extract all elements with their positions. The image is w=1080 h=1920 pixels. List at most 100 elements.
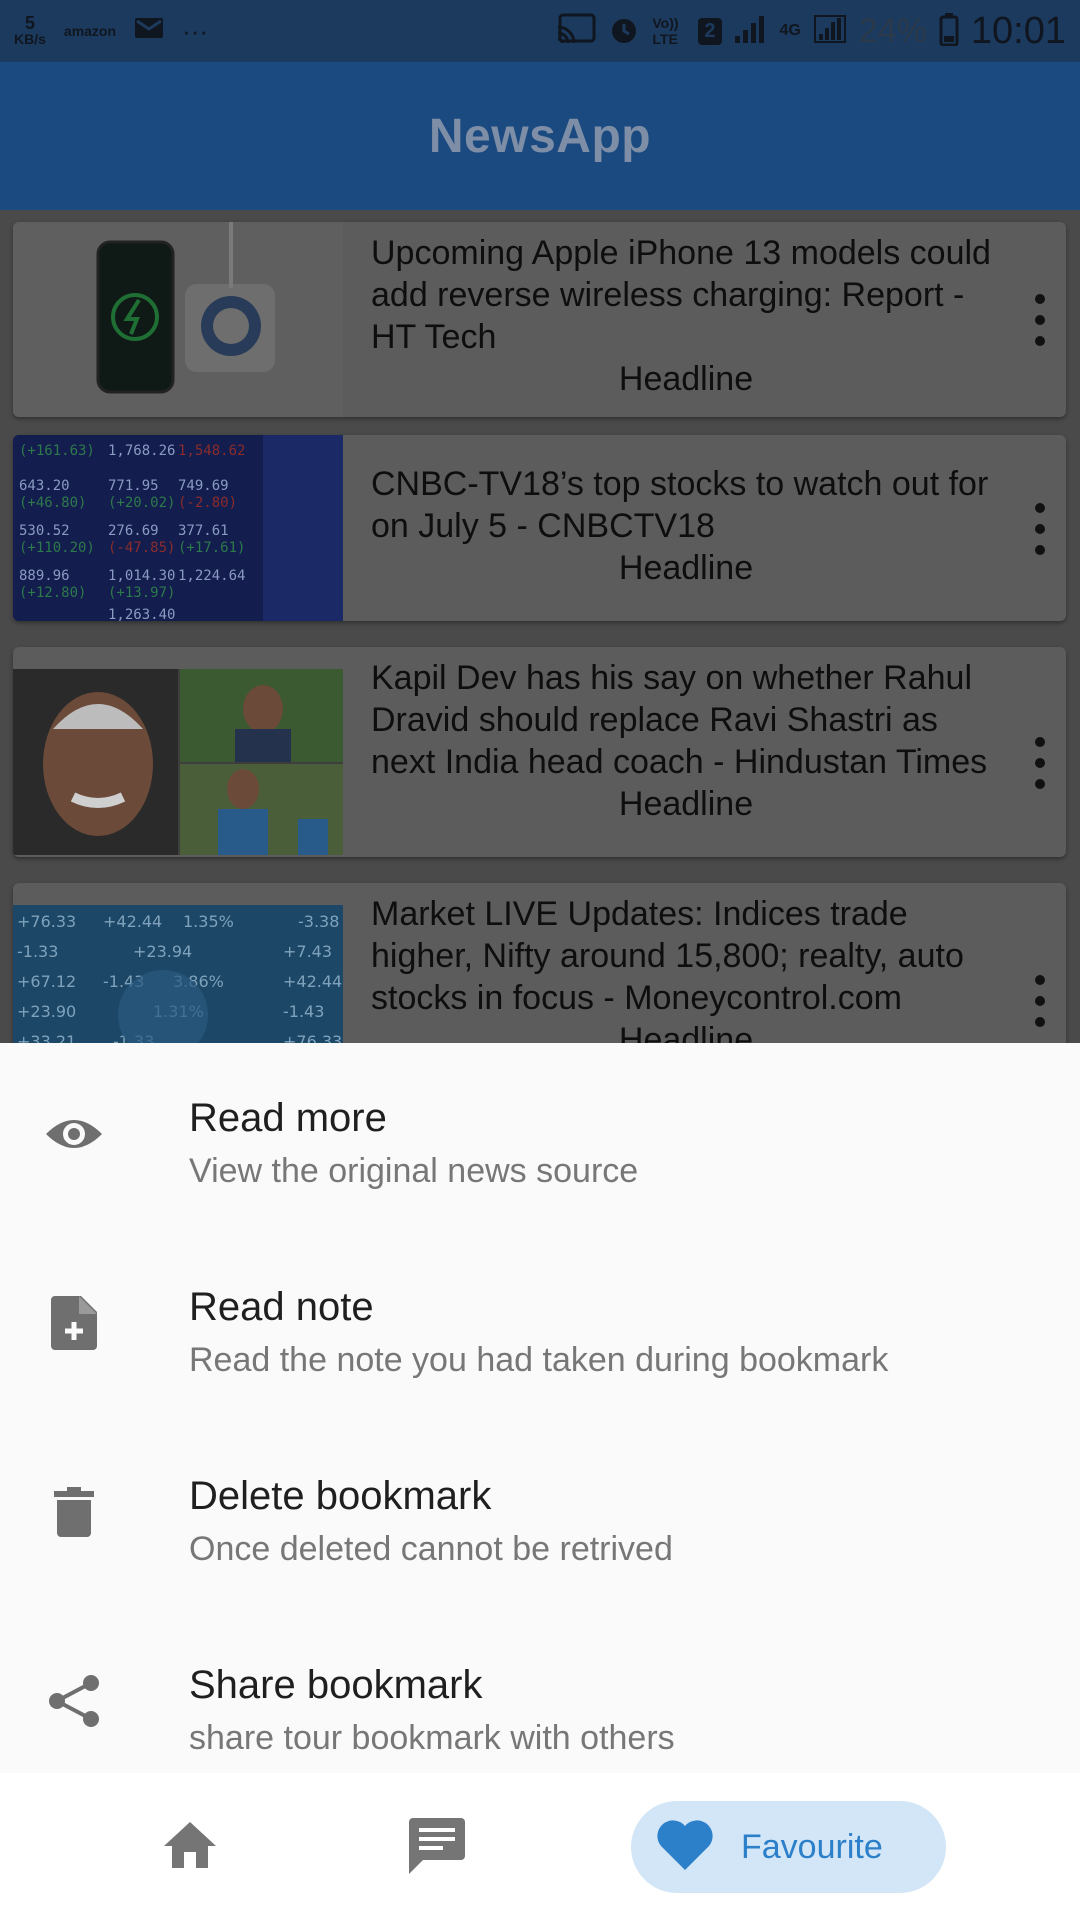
svg-text:771.95: 771.95 xyxy=(108,478,159,494)
note-add-icon xyxy=(42,1291,106,1355)
news-title-text: CNBC-TV18’s top stocks to watch out for … xyxy=(371,465,989,545)
more-vert-icon[interactable] xyxy=(1028,737,1052,789)
more-vert-icon[interactable] xyxy=(1028,975,1052,1027)
net-speed-unit: KB/s xyxy=(14,31,46,47)
app-bar: NewsApp xyxy=(0,62,1080,210)
battery-icon xyxy=(939,12,959,51)
svg-text:+76.33: +76.33 xyxy=(17,912,76,931)
svg-text:276.69: 276.69 xyxy=(108,523,159,539)
svg-text:749.69: 749.69 xyxy=(178,478,229,494)
svg-text:-1.33: -1.33 xyxy=(17,942,58,961)
svg-text:1,768.26: 1,768.26 xyxy=(108,443,175,459)
option-label: Read note xyxy=(189,1285,374,1329)
signal-2-icon xyxy=(813,14,847,49)
status-bar: 5 KB/s amazon ··· Vo)) LTE 2 4G 24% 10:0… xyxy=(0,0,1080,62)
svg-text:(+46.80): (+46.80) xyxy=(19,495,86,511)
network-type: 4G xyxy=(779,22,801,39)
news-title-text: Market LIVE Updates: Indices trade highe… xyxy=(371,895,964,1017)
svg-text:1,263.40: 1,263.40 xyxy=(108,607,175,621)
news-category: Headline xyxy=(618,549,754,587)
heart-icon xyxy=(655,1818,715,1877)
option-description: Read the note you had taken during bookm… xyxy=(189,1341,889,1379)
svg-text:(+12.80): (+12.80) xyxy=(19,585,86,601)
share-icon xyxy=(42,1669,106,1733)
svg-text:+76.33: +76.33 xyxy=(283,1032,342,1043)
news-category: Headline xyxy=(618,785,754,823)
news-card[interactable]: (+161.63) 1,768.26 1,548.62 643.20 771.95 74… xyxy=(13,435,1066,621)
svg-text:(-47.85): (-47.85) xyxy=(108,540,175,556)
news-category: Headline xyxy=(618,1021,754,1043)
option-label: Delete bookmark xyxy=(189,1474,492,1518)
app-title: NewsApp xyxy=(428,109,652,163)
svg-text:+42.44: +42.44 xyxy=(283,972,342,991)
svg-text:(+13.97): (+13.97) xyxy=(108,585,175,601)
svg-text:643.20: 643.20 xyxy=(19,478,70,494)
chat-icon xyxy=(407,1816,467,1879)
option-description: Once deleted cannot be retrived xyxy=(189,1530,673,1568)
news-title: Kapil Dev has his say on whether Rahul D… xyxy=(371,657,1001,825)
option-description: View the original news source xyxy=(189,1152,639,1190)
news-list: Upcoming Apple iPhone 13 models could ad… xyxy=(0,210,1080,1043)
stock-board-image: (+161.63) 1,768.26 1,548.62 643.20 771.95 74… xyxy=(13,435,343,621)
more-vert-icon[interactable] xyxy=(1028,503,1052,555)
news-title-text: Upcoming Apple iPhone 13 models could ad… xyxy=(371,234,991,356)
market-image: +76.33 +42.44 1.35% -3.38 -1.33 +23.94 +7.43 … xyxy=(13,905,343,1043)
read-more-option[interactable]: Read more View the original news source xyxy=(0,1086,1080,1236)
nav-home-button[interactable] xyxy=(145,1801,235,1893)
news-card[interactable]: Kapil Dev has his say on whether Rahul D… xyxy=(13,647,1066,857)
svg-text:377.61: 377.61 xyxy=(178,523,229,539)
svg-text:+23.94: +23.94 xyxy=(133,942,192,961)
news-card[interactable]: Upcoming Apple iPhone 13 models could ad… xyxy=(13,222,1066,417)
svg-text:(+161.63): (+161.63) xyxy=(19,443,95,459)
svg-text:+7.43: +7.43 xyxy=(283,942,332,961)
svg-text:+42.44: +42.44 xyxy=(103,912,162,931)
news-title: Market LIVE Updates: Indices trade highe… xyxy=(371,893,1001,1043)
net-speed-value: 5 xyxy=(24,13,35,33)
svg-text:1,224.64: 1,224.64 xyxy=(178,568,245,584)
news-category: Headline xyxy=(618,360,754,398)
clock-time: 10:01 xyxy=(970,9,1066,52)
volte-label: Vo)) LTE xyxy=(652,15,679,47)
home-icon xyxy=(162,1820,218,1875)
nav-favourite-label: Favourite xyxy=(741,1827,883,1866)
svg-text:889.96: 889.96 xyxy=(19,568,70,584)
trash-icon xyxy=(42,1480,106,1544)
svg-text:+33.21: +33.21 xyxy=(17,1032,76,1043)
status-right: Vo)) LTE 2 4G 24% 10:01 xyxy=(556,10,1066,53)
svg-text:+67.12: +67.12 xyxy=(17,972,76,991)
read-note-option[interactable]: Read note Read the note you had taken du… xyxy=(0,1275,1080,1425)
more-vert-icon[interactable] xyxy=(1028,294,1052,346)
svg-text:-3.38: -3.38 xyxy=(298,912,339,931)
signal-icon xyxy=(734,14,768,49)
svg-text:-1.43: -1.43 xyxy=(283,1002,324,1021)
cast-icon xyxy=(556,13,596,50)
news-card[interactable]: +76.33 +42.44 1.35% -3.38 -1.33 +23.94 +7.43 … xyxy=(13,883,1066,1043)
svg-text:530.52: 530.52 xyxy=(19,523,70,539)
option-description: share tour bookmark with others xyxy=(189,1719,675,1757)
battery-percent: 24% xyxy=(858,11,927,50)
delete-bookmark-option[interactable]: Delete bookmark Once deleted cannot be r… xyxy=(0,1464,1080,1614)
news-title: CNBC-TV18’s top stocks to watch out for … xyxy=(371,463,1001,589)
sim-badge: 2 xyxy=(698,17,722,45)
nav-chat-button[interactable] xyxy=(392,1801,482,1893)
nav-favourite-button[interactable]: Favourite xyxy=(631,1801,946,1893)
bookmark-options-sheet: Read more View the original news source … xyxy=(0,1043,1080,1773)
svg-text:(+17.61): (+17.61) xyxy=(178,540,245,556)
amazon-notification-icon: amazon xyxy=(63,23,117,39)
svg-text:1,548.62: 1,548.62 xyxy=(178,443,245,459)
svg-text:(-2.80): (-2.80) xyxy=(178,495,237,511)
cricketers-image xyxy=(13,669,343,855)
svg-text:+23.90: +23.90 xyxy=(17,1002,76,1021)
svg-text:(+110.20): (+110.20) xyxy=(19,540,95,556)
iphone-charger-image xyxy=(13,222,343,417)
svg-text:1,014.30: 1,014.30 xyxy=(108,568,175,584)
svg-text:1.35%: 1.35% xyxy=(183,912,234,931)
alarm-icon xyxy=(608,13,640,50)
option-label: Read more xyxy=(189,1096,387,1140)
news-title-text: Kapil Dev has his say on whether Rahul D… xyxy=(371,659,988,781)
option-label: Share bookmark xyxy=(189,1663,483,1707)
svg-text:(+20.02): (+20.02) xyxy=(108,495,175,511)
bottom-navigation: Favourite xyxy=(0,1773,1080,1920)
eye-icon xyxy=(42,1102,106,1166)
net-speed: 5 KB/s xyxy=(14,13,46,47)
